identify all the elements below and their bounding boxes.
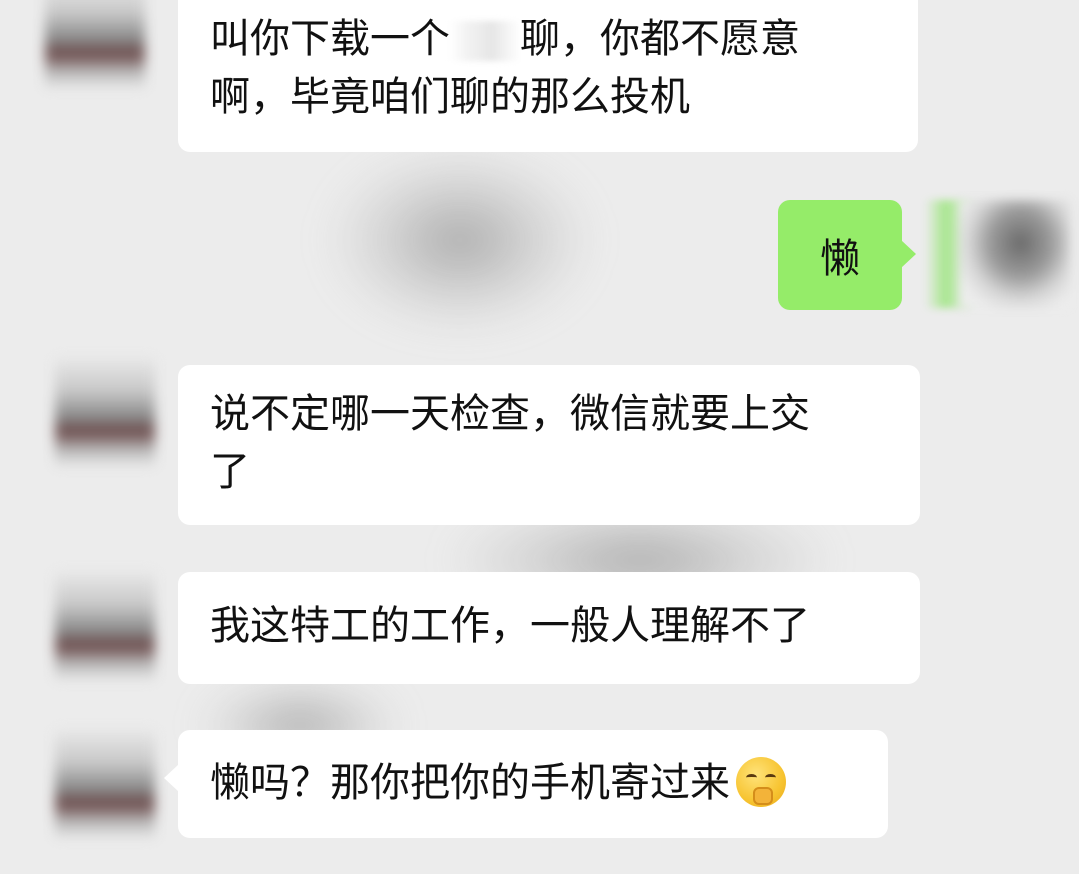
shushing-face-emoji [736, 757, 786, 807]
contact-avatar[interactable] [55, 572, 155, 680]
background-blur [330, 150, 590, 330]
message-text-line: 说不定哪一天检查，微信就要上交 [210, 391, 810, 437]
message-bubble-incoming[interactable]: 说不定哪一天检查，微信就要上交 了 [178, 365, 920, 525]
message-text-line: 了 [210, 449, 250, 495]
contact-avatar[interactable] [55, 730, 155, 838]
message-text-line: 叫你下载一个 聊，你都不愿意 [210, 16, 800, 62]
message-bubble-incoming[interactable]: 懒吗？那你把你的手机寄过来 [164, 730, 888, 838]
message-text: 懒 [820, 236, 860, 282]
redacted-app-name [450, 21, 520, 61]
self-avatar[interactable] [960, 200, 1070, 308]
message-bubble-incoming[interactable]: 我这特工的工作，一般人理解不了 [178, 572, 920, 684]
contact-avatar[interactable] [55, 358, 155, 466]
message-bubble-incoming[interactable]: 叫你下载一个 聊，你都不愿意 啊，毕竟咱们聊的那么投机 [178, 0, 918, 152]
message-text-line: 啊，毕竟咱们聊的那么投机 [210, 74, 690, 120]
contact-avatar[interactable] [45, 0, 145, 88]
message-text: 懒吗？那你把你的手机寄过来 [210, 760, 730, 806]
message-bubble-outgoing[interactable]: 懒 [778, 200, 916, 310]
message-text: 我这特工的工作，一般人理解不了 [210, 603, 810, 649]
